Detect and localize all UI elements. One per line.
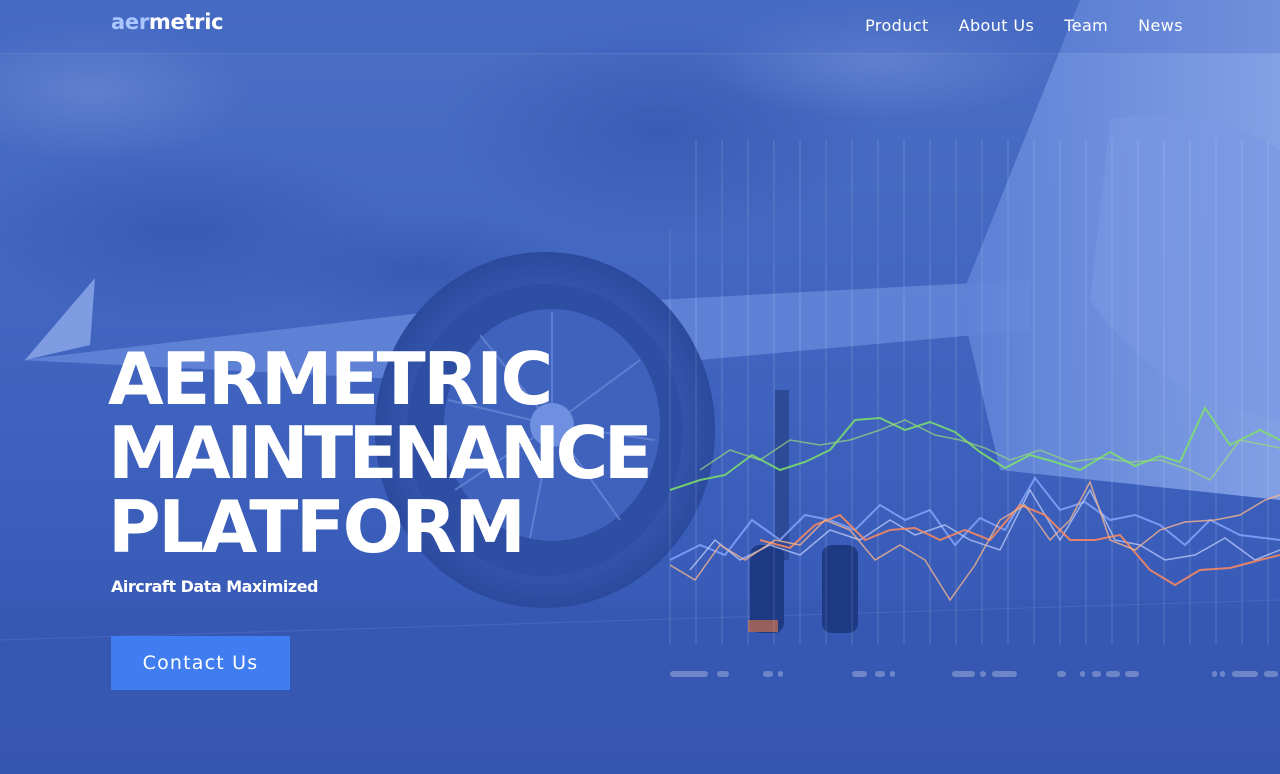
nav-link-team[interactable]: Team: [1064, 16, 1108, 35]
contact-us-button[interactable]: Contact Us: [111, 636, 290, 690]
main-nav: Product About Us Team News: [865, 16, 1183, 35]
aermetric-logo[interactable]: aermetric: [111, 10, 224, 34]
logo-text-light: aer: [111, 10, 149, 34]
logo-text-bold: metric: [148, 10, 224, 34]
hero-headline: AERMETRIC MAINTENANCE PLATFORM: [108, 337, 653, 569]
nav-link-about-us[interactable]: About Us: [959, 16, 1035, 35]
top-navbar: aermetric Product About Us Team News: [0, 0, 1280, 54]
headline-line-2: MAINTENANCE: [108, 411, 653, 495]
hero-subheadline: Aircraft Data Maximized: [111, 577, 319, 596]
hero-section: aermetric Product About Us Team News AER…: [0, 0, 1280, 774]
headline-line-1: AERMETRIC: [108, 337, 553, 421]
nav-link-product[interactable]: Product: [865, 16, 929, 35]
headline-line-3: PLATFORM: [108, 485, 526, 569]
nav-link-news[interactable]: News: [1138, 16, 1183, 35]
